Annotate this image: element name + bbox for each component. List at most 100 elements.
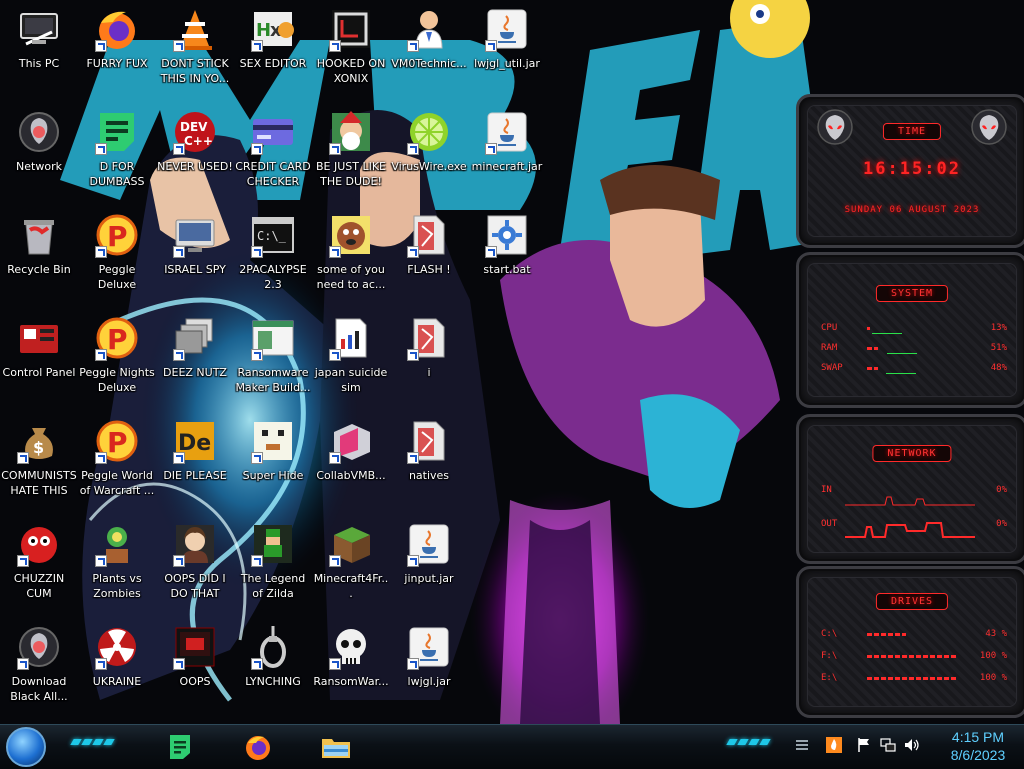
desktop-icon-peggle-world[interactable]: P Peggle World of Warcraft ... <box>78 412 156 512</box>
desktop-icon-ukraine[interactable]: UKRAINE <box>78 618 156 718</box>
usage-bar <box>867 677 957 680</box>
desktop-icon-control-panel[interactable]: Control Panel <box>0 309 78 409</box>
desktop-icon-label: Peggle Deluxe <box>97 263 137 291</box>
usage-trace <box>886 373 916 374</box>
peggle-icon: P <box>94 315 140 361</box>
flag-icon[interactable] <box>856 737 872 753</box>
network-icon[interactable] <box>880 737 896 753</box>
shortcut-arrow-icon <box>95 246 107 258</box>
desktop-icon-peggle-deluxe[interactable]: P Peggle Deluxe <box>78 206 156 306</box>
desktop-icon-i-file[interactable]: i <box>390 309 468 409</box>
desktop-icon-2pacalypse[interactable]: C:\_ 2PACALYPSE 2.3 <box>234 206 312 306</box>
desktop-icon-label: Network <box>16 160 62 173</box>
desktop-icon-ransomware-maker[interactable]: Ransomware Maker Build... <box>234 309 312 409</box>
desktop-icon-this-pc[interactable]: This PC <box>0 0 78 100</box>
desktop-icon-viruswire[interactable]: VirusWire.exe <box>390 103 468 203</box>
doctor-icon <box>406 6 452 52</box>
desktop-icon-label: Plants vs Zombies <box>92 572 142 600</box>
desktop-icon-minecraft-jar[interactable]: minecraft.jar <box>468 103 546 203</box>
computer-icon <box>16 6 62 52</box>
widget-row-label: E:\ <box>821 673 838 683</box>
desktop-icon-start-bat[interactable]: start.bat <box>468 206 546 306</box>
svg-text:C:\_: C:\_ <box>257 229 287 243</box>
desktop-icon-label: start.bat <box>483 263 531 276</box>
desktop-icon-network[interactable]: Network <box>0 103 78 203</box>
desktop-icon-dont-stick[interactable]: DONT STICK THIS IN YO... <box>156 0 234 100</box>
shortcut-arrow-icon <box>95 40 107 52</box>
flame-icon[interactable] <box>826 737 842 753</box>
desktop-icon-peggle-nights[interactable]: P Peggle Nights Deluxe <box>78 309 156 409</box>
desktop-icon-minecraft4fr[interactable]: Minecraft4Fr... <box>312 515 390 615</box>
pixel-creature-icon <box>250 418 296 464</box>
widget-row-value: 48% <box>990 363 1007 373</box>
desktop-icon-plants-vs-zombies[interactable]: Plants vs Zombies <box>78 515 156 615</box>
java-jar-icon <box>484 6 530 52</box>
svg-text:P: P <box>107 220 128 253</box>
desktop-icon-vm0technic[interactable]: VM0Technic... <box>390 0 468 100</box>
desktop-icon-chuzzin-cum[interactable]: CHUZZIN CUM <box>0 515 78 615</box>
desktop-icon-lynching[interactable]: LYNCHING <box>234 618 312 718</box>
desktop-icon-label: 2PACALYPSE 2.3 <box>239 263 307 291</box>
shortcut-arrow-icon <box>251 658 263 670</box>
desktop-icon-flash[interactable]: FLASH ! <box>390 206 468 306</box>
desktop-icon-label: D FOR DUMBASS <box>89 160 145 188</box>
desktop-icon-deez-nutz[interactable]: DEEZ NUTZ <box>156 309 234 409</box>
desktop-icon-hooked-on-xonix[interactable]: HOOKED ON XONIX <box>312 0 390 100</box>
shortcut-arrow-icon <box>251 143 263 155</box>
network-widget: NETWORK IN 0% OUT 0% <box>796 414 1024 564</box>
desktop-icon-sex-editor[interactable]: Hx SEX EDITOR <box>234 0 312 100</box>
desktop-icon-some-of-you[interactable]: some of you need to ac... <box>312 206 390 306</box>
elf-portrait-icon <box>328 109 374 155</box>
desktop-icon-jinput-jar[interactable]: jinput.jar <box>390 515 468 615</box>
terminal-icon: C:\_ <box>250 212 296 258</box>
taskbar-explorer-button[interactable] <box>316 729 356 765</box>
desktop-icon-israel-spy[interactable]: ISRAEL SPY <box>156 206 234 306</box>
desktop-icon-furry-fux[interactable]: FURRY FUX <box>78 0 156 100</box>
desktop-icon-be-just-like-the-dude[interactable]: BE JUST LIKE THE DUDE! <box>312 103 390 203</box>
desktop-icon-die-please[interactable]: De DIE PLEASE <box>156 412 234 512</box>
desktop-icon-label: RansomWar... <box>313 675 389 688</box>
desktop-icon-credit-card-checker[interactable]: CREDIT CARD CHECKER <box>234 103 312 203</box>
java-jar-icon <box>406 521 452 567</box>
shortcut-arrow-icon <box>329 452 341 464</box>
taskbar: 4:15 PM 8/6/2023 <box>0 724 1024 769</box>
start-orb-icon[interactable] <box>6 727 46 767</box>
show-hidden-icons-icon[interactable] <box>794 737 810 753</box>
shortcut-arrow-icon <box>407 143 419 155</box>
desktop-icon-communists[interactable]: $ COMMUNISTS HATE THIS G... <box>0 412 78 512</box>
desktop-icon-ransomwar[interactable]: RansomWar... <box>312 618 390 718</box>
desktop-icon-japan-suicide-sim[interactable]: japan suicide sim <box>312 309 390 409</box>
taskbar-clock[interactable]: 4:15 PM 8/6/2023 <box>940 728 1016 764</box>
desktop-icon-natives[interactable]: natives <box>390 412 468 512</box>
desktop-icon-d-for-dumbass[interactable]: D FOR DUMBASS <box>78 103 156 203</box>
desktop-icon-oops-did-i[interactable]: OOPS DID I DO THAT <box>156 515 234 615</box>
noose-icon <box>250 624 296 670</box>
desktop-icon-collabvm[interactable]: CollabVMB... <box>312 412 390 512</box>
desktop-icon-label: DONT STICK THIS IN YO... <box>160 57 230 85</box>
network-widget-title: NETWORK <box>872 445 952 462</box>
desktop-icon-lwjgl-util[interactable]: lwjgl_util.jar <box>468 0 546 100</box>
taskbar-firefox-button[interactable] <box>238 729 278 765</box>
desktop-icon-label: Minecraft4Fr... <box>313 572 389 600</box>
java-jar-icon <box>406 624 452 670</box>
desktop-icon-never-used[interactable]: DEV C++ NEVER USED! <box>156 103 234 203</box>
taskbar-notes-button[interactable] <box>160 729 200 765</box>
folder-icon <box>322 739 350 758</box>
desktop-icon-super-hide[interactable]: Super Hide <box>234 412 312 512</box>
desktop-icon-label: Ransomware Maker Build... <box>235 366 311 394</box>
desktop-icon-download-black[interactable]: Download Black All... <box>0 618 78 718</box>
desktop-icon-recycle-bin[interactable]: Recycle Bin <box>0 206 78 306</box>
shortcut-arrow-icon <box>329 658 341 670</box>
volume-icon[interactable] <box>904 737 920 753</box>
desktop-icon-label: This PC <box>18 57 60 70</box>
widget-row: E:\ 100 % <box>821 673 1007 687</box>
cube-app-icon <box>328 418 374 464</box>
widget-date: SUNDAY 06 AUGUST 2023 <box>844 205 980 215</box>
alienware-orb-icon <box>16 109 62 155</box>
desktop-icon-oops[interactable]: OOPS <box>156 618 234 718</box>
desktop-icon-lwjgl-jar[interactable]: lwjgl.jar <box>390 618 468 718</box>
peggle-icon: P <box>94 418 140 464</box>
desktop-icon-legend-of-zilda[interactable]: The Legend of Zilda <box>234 515 312 615</box>
svg-text:DEV: DEV <box>180 120 208 134</box>
drives-widget: DRIVES C:\ 43 % F:\ 100 % E:\ 100 % <box>796 566 1024 718</box>
